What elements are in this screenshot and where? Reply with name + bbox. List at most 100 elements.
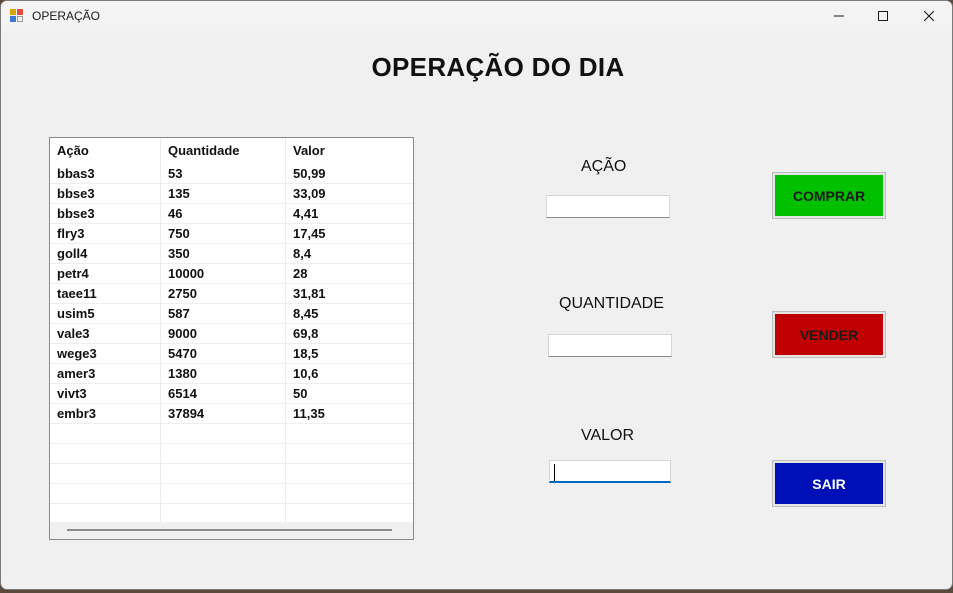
table-row[interactable]: petr4 10000 28 [50, 264, 413, 284]
valor-input[interactable] [549, 460, 671, 483]
table-row[interactable]: flry3 750 17,45 [50, 224, 413, 244]
maximize-button[interactable] [860, 1, 906, 31]
table-cell[interactable]: 350 [161, 244, 286, 264]
table-cell[interactable]: 28 [286, 264, 413, 284]
close-button[interactable] [906, 1, 952, 31]
table-cell[interactable]: bbse3 [50, 204, 161, 224]
table-row[interactable]: embr3 37894 11,35 [50, 404, 413, 424]
scrollbar-thumb[interactable] [67, 529, 392, 531]
table-cell[interactable]: 2750 [161, 284, 286, 304]
table-cell[interactable]: 750 [161, 224, 286, 244]
table-row[interactable]: bbas3 53 50,99 [50, 164, 413, 184]
table-cell[interactable]: embr3 [50, 404, 161, 424]
minimize-button[interactable] [816, 1, 862, 31]
operations-grid[interactable]: Ação Quantidade Valor bbas3 53 50,99 bbse3 1… [49, 137, 414, 540]
table-cell[interactable]: amer3 [50, 364, 161, 384]
vender-button[interactable]: VENDER [772, 311, 886, 358]
table-row[interactable]: wege3 5470 18,5 [50, 344, 413, 364]
table-cell[interactable] [161, 444, 286, 464]
empty-table-row[interactable] [50, 444, 413, 464]
table-cell[interactable]: 587 [161, 304, 286, 324]
table-cell[interactable] [286, 444, 413, 464]
empty-table-row[interactable] [50, 504, 413, 524]
app-window: OPERAÇÃO OPERAÇÃO DO DIA Ação Quantidade… [0, 0, 953, 590]
sair-button[interactable]: SAIR [772, 460, 886, 507]
quantidade-input[interactable] [548, 334, 672, 357]
table-cell[interactable] [286, 484, 413, 504]
table-row[interactable]: amer3 1380 10,6 [50, 364, 413, 384]
valor-label: VALOR [581, 427, 635, 444]
table-cell[interactable]: 33,09 [286, 184, 413, 204]
table-cell[interactable] [50, 484, 161, 504]
column-header-quantidade[interactable]: Quantidade [161, 138, 286, 164]
table-cell[interactable]: wege3 [50, 344, 161, 364]
table-row[interactable]: taee11 2750 31,81 [50, 284, 413, 304]
table-row[interactable]: usim5 587 8,45 [50, 304, 413, 324]
title-bar[interactable]: OPERAÇÃO [1, 1, 952, 31]
table-cell[interactable]: 1380 [161, 364, 286, 384]
table-row[interactable]: bbse3 46 4,41 [50, 204, 413, 224]
table-cell[interactable]: bbas3 [50, 164, 161, 184]
table-cell[interactable]: 69,8 [286, 324, 413, 344]
table-cell[interactable] [286, 464, 413, 484]
table-cell[interactable]: 50 [286, 384, 413, 404]
table-cell[interactable] [50, 464, 161, 484]
table-row[interactable]: bbse3 135 33,09 [50, 184, 413, 204]
table-cell[interactable]: 17,45 [286, 224, 413, 244]
table-cell[interactable]: 50,99 [286, 164, 413, 184]
empty-table-row[interactable] [50, 484, 413, 504]
window-title: OPERAÇÃO [32, 9, 101, 23]
comprar-button[interactable]: COMPRAR [772, 172, 886, 219]
table-cell[interactable]: 18,5 [286, 344, 413, 364]
horizontal-scrollbar[interactable] [50, 522, 413, 539]
table-cell[interactable]: usim5 [50, 304, 161, 324]
table-cell[interactable]: 8,45 [286, 304, 413, 324]
table-cell[interactable] [50, 444, 161, 464]
app-icon [10, 9, 24, 23]
table-row[interactable]: vivt3 6514 50 [50, 384, 413, 404]
table-cell[interactable]: taee11 [50, 284, 161, 304]
table-cell[interactable] [161, 464, 286, 484]
table-cell[interactable]: flry3 [50, 224, 161, 244]
text-caret [554, 464, 555, 481]
acao-input[interactable] [546, 195, 670, 218]
table-cell[interactable]: 10000 [161, 264, 286, 284]
table-cell[interactable]: 4,41 [286, 204, 413, 224]
table-cell[interactable] [161, 504, 286, 524]
table-cell[interactable]: bbse3 [50, 184, 161, 204]
empty-table-row[interactable] [50, 424, 413, 444]
table-cell[interactable] [286, 424, 413, 444]
acao-label: AÇÃO [581, 158, 627, 175]
table-cell[interactable]: 6514 [161, 384, 286, 404]
table-cell[interactable]: vale3 [50, 324, 161, 344]
table-cell[interactable]: 46 [161, 204, 286, 224]
table-cell[interactable]: 11,35 [286, 404, 413, 424]
page-title: OPERAÇÃO DO DIA [371, 52, 625, 82]
table-cell[interactable]: 5470 [161, 344, 286, 364]
table-cell[interactable] [161, 424, 286, 444]
table-row[interactable]: vale3 9000 69,8 [50, 324, 413, 344]
column-header-acao[interactable]: Ação [50, 138, 161, 164]
table-cell[interactable]: 8,4 [286, 244, 413, 264]
table-cell[interactable]: 135 [161, 184, 286, 204]
grid-header-row: Ação Quantidade Valor [50, 138, 413, 164]
table-cell[interactable] [286, 504, 413, 524]
close-icon [924, 11, 934, 21]
empty-table-row[interactable] [50, 464, 413, 484]
table-row[interactable]: goll4 350 8,4 [50, 244, 413, 264]
table-cell[interactable]: 37894 [161, 404, 286, 424]
table-cell[interactable]: 10,6 [286, 364, 413, 384]
table-cell[interactable]: vivt3 [50, 384, 161, 404]
table-cell[interactable]: goll4 [50, 244, 161, 264]
column-header-valor[interactable]: Valor [286, 138, 413, 164]
table-cell[interactable] [161, 484, 286, 504]
maximize-icon [878, 11, 888, 21]
table-cell[interactable] [50, 424, 161, 444]
table-cell[interactable]: 31,81 [286, 284, 413, 304]
table-cell[interactable]: 53 [161, 164, 286, 184]
table-cell[interactable]: petr4 [50, 264, 161, 284]
quantidade-label: QUANTIDADE [559, 295, 664, 312]
table-cell[interactable]: 9000 [161, 324, 286, 344]
minimize-icon [834, 15, 844, 17]
table-cell[interactable] [50, 504, 161, 524]
